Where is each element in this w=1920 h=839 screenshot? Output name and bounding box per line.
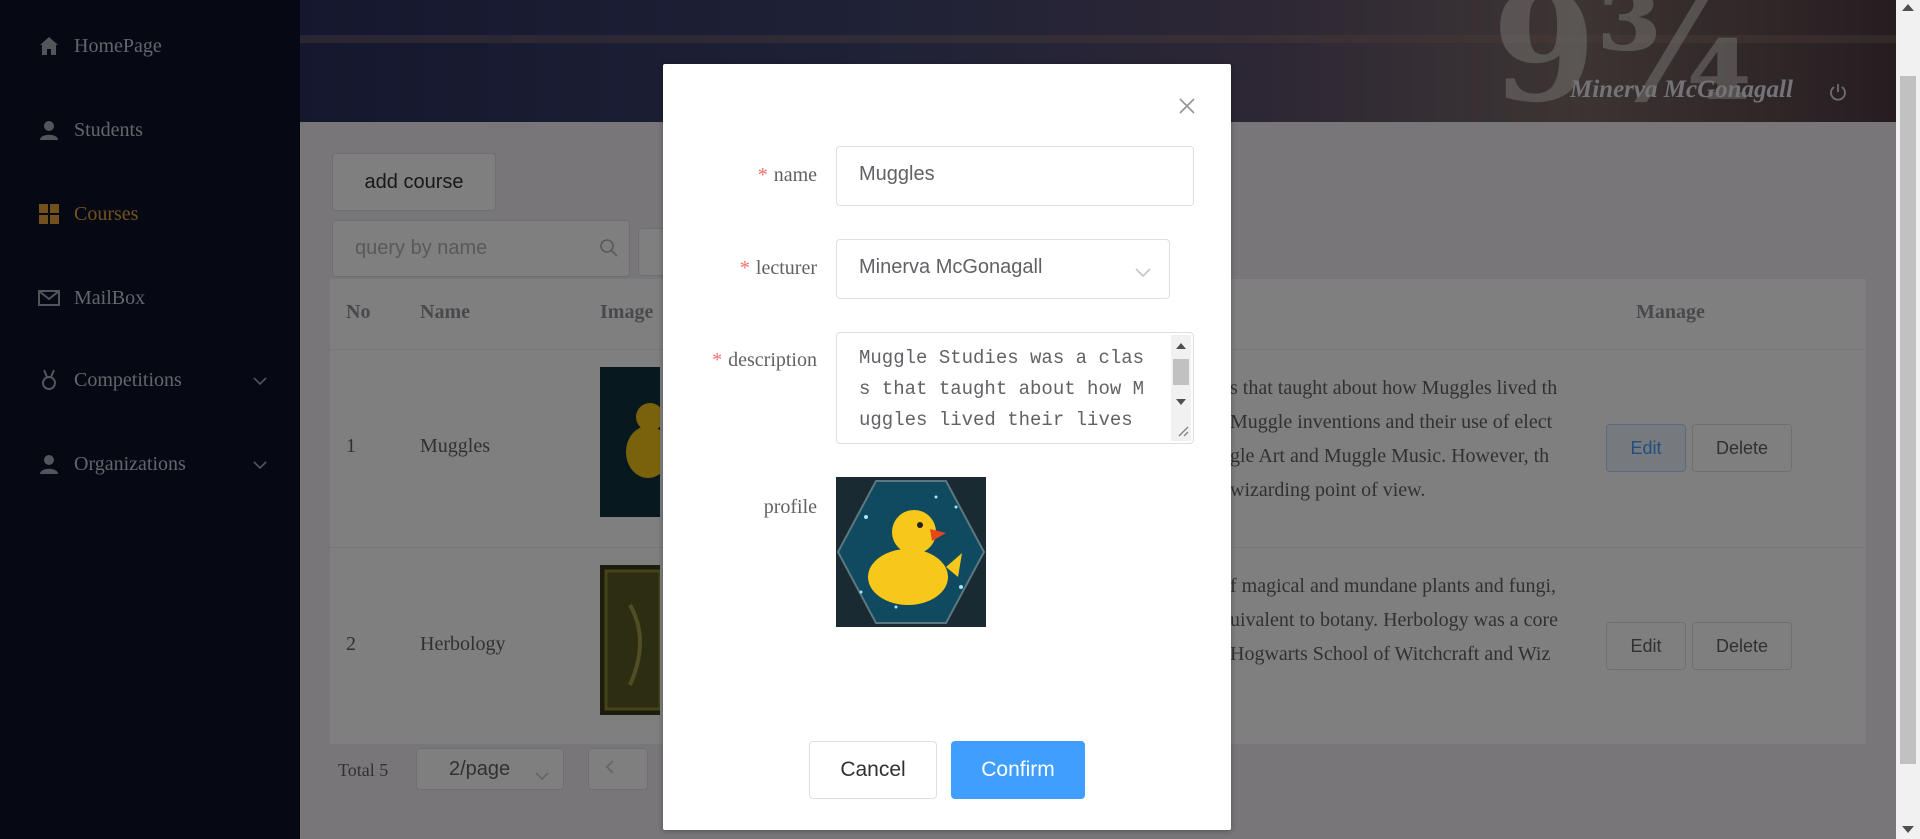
scroll-down-arrow[interactable] <box>1176 399 1186 405</box>
chevron-down-icon <box>1135 262 1151 278</box>
description-label: * description <box>712 349 817 371</box>
close-icon[interactable] <box>1177 96 1197 116</box>
required-asterisk: * <box>739 257 750 279</box>
cancel-button[interactable]: Cancel <box>809 741 937 799</box>
scroll-up-arrow[interactable] <box>1902 4 1914 11</box>
scroll-down-arrow[interactable] <box>1902 826 1914 833</box>
scrollbar-thumb[interactable] <box>1900 76 1916 764</box>
name-input-value: Muggles <box>859 163 935 185</box>
confirm-button[interactable]: Confirm <box>951 741 1085 799</box>
lecturer-select[interactable]: Minerva McGonagall <box>836 239 1170 299</box>
edit-course-dialog: * name Muggles * lecturer Minerva McGonaga… <box>663 64 1231 830</box>
required-asterisk: * <box>757 164 768 186</box>
scroll-up-arrow[interactable] <box>1176 343 1186 349</box>
textarea-scrollbar[interactable] <box>1171 335 1191 441</box>
name-input[interactable]: Muggles <box>836 146 1194 206</box>
page-scrollbar[interactable] <box>1896 0 1920 839</box>
profile-image-uploader[interactable] <box>836 477 986 627</box>
lecturer-select-value: Minerva McGonagall <box>859 256 1043 278</box>
required-asterisk: * <box>712 349 723 371</box>
scrollbar-thumb[interactable] <box>1173 359 1189 385</box>
resize-handle-icon[interactable] <box>1175 423 1189 437</box>
description-text: Muggle Studies was a class that taught a… <box>859 347 1145 431</box>
lecturer-label: * lecturer <box>739 257 817 279</box>
name-label: * name <box>757 164 817 186</box>
description-textarea[interactable]: Muggle Studies was a class that taught a… <box>836 332 1194 444</box>
profile-label: profile <box>763 496 817 518</box>
